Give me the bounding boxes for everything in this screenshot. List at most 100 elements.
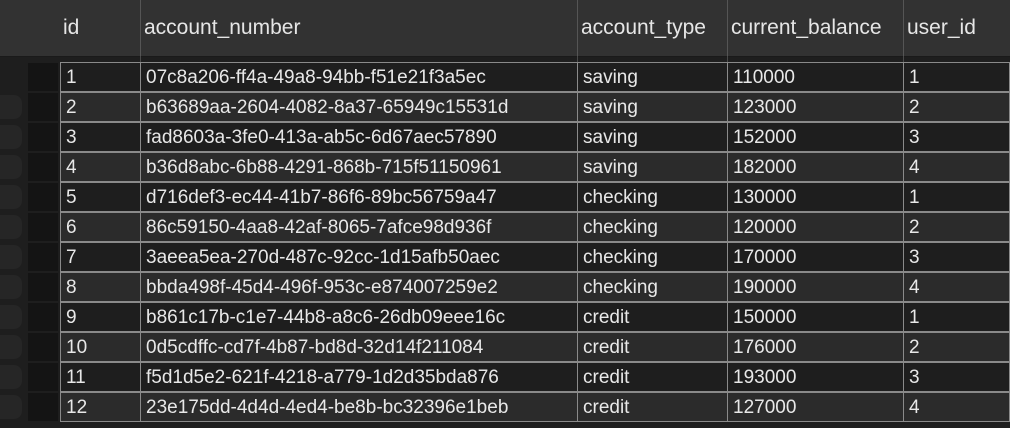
cell-id[interactable]: 6 (60, 212, 140, 242)
cell-user-id[interactable]: 1 (903, 302, 1010, 332)
cell-account-number[interactable]: 3aeea5ea-270d-487c-92cc-1d15afb50aec (140, 242, 577, 272)
cell-user-id[interactable]: 2 (903, 332, 1010, 362)
row-selector[interactable] (28, 123, 58, 151)
row-selector[interactable] (28, 183, 58, 211)
table-row[interactable]: 3 fad8603a-3fe0-413a-ab5c-6d67aec57890 sav… (60, 122, 1010, 152)
cell-account-type[interactable]: credit (577, 362, 727, 392)
cell-id[interactable]: 9 (60, 302, 140, 332)
gutter-handle (0, 155, 22, 179)
cell-account-number[interactable]: b861c17b-c1e7-44b8-a8c6-26db09eee16c (140, 302, 577, 332)
cell-current-balance[interactable]: 110000 (727, 62, 903, 92)
column-header-row: id account_number account_type current_b… (0, 0, 1010, 57)
cell-user-id[interactable]: 1 (903, 182, 1010, 212)
row-selector[interactable] (28, 93, 58, 121)
gutter-handle (0, 95, 22, 119)
cell-current-balance[interactable]: 127000 (727, 392, 903, 422)
cell-current-balance[interactable]: 150000 (727, 302, 903, 332)
table-row[interactable]: 11 f5d1d5e2-621f-4218-a779-1d2d35bda876 cr… (60, 362, 1010, 392)
cell-id[interactable]: 11 (60, 362, 140, 392)
cell-account-number[interactable]: bbda498f-45d4-496f-953c-e874007259e2 (140, 272, 577, 302)
result-grid: id account_number account_type current_b… (0, 0, 1010, 428)
cell-account-type[interactable]: checking (577, 182, 727, 212)
cell-id[interactable]: 4 (60, 152, 140, 182)
cell-account-number[interactable]: 07c8a206-ff4a-49a8-94bb-f51e21f3a5ec (140, 62, 577, 92)
cell-user-id[interactable]: 2 (903, 212, 1010, 242)
cell-account-number[interactable]: 23e175dd-4d4d-4ed4-be8b-bc32396e1beb (140, 392, 577, 422)
column-header-account-type[interactable]: account_type (577, 0, 727, 56)
cell-account-type[interactable]: credit (577, 302, 727, 332)
cell-account-type[interactable]: saving (577, 122, 727, 152)
cell-account-type[interactable]: credit (577, 332, 727, 362)
cell-user-id[interactable]: 4 (903, 272, 1010, 302)
row-selector[interactable] (28, 303, 58, 331)
cell-current-balance[interactable]: 120000 (727, 212, 903, 242)
gutter-handle (0, 125, 22, 149)
table-row[interactable]: 1 07c8a206-ff4a-49a8-94bb-f51e21f3a5ec sav… (60, 62, 1010, 92)
cell-account-number[interactable]: f5d1d5e2-621f-4218-a779-1d2d35bda876 (140, 362, 577, 392)
row-selector[interactable] (28, 333, 58, 361)
table-row[interactable]: 7 3aeea5ea-270d-487c-92cc-1d15afb50aec che… (60, 242, 1010, 272)
cell-account-type[interactable]: checking (577, 242, 727, 272)
cell-user-id[interactable]: 3 (903, 122, 1010, 152)
cell-account-type[interactable]: checking (577, 272, 727, 302)
cell-account-type[interactable]: saving (577, 92, 727, 122)
cell-user-id[interactable]: 3 (903, 362, 1010, 392)
row-selector[interactable] (28, 243, 58, 271)
table-body: 1 07c8a206-ff4a-49a8-94bb-f51e21f3a5ec sav… (60, 62, 1010, 422)
row-gutter (0, 57, 60, 428)
row-selector[interactable] (28, 213, 58, 241)
cell-id[interactable]: 1 (60, 62, 140, 92)
cell-current-balance[interactable]: 170000 (727, 242, 903, 272)
cell-current-balance[interactable]: 193000 (727, 362, 903, 392)
gutter-handle (0, 275, 22, 299)
cell-account-number[interactable]: 86c59150-4aa8-42af-8065-7afce98d936f (140, 212, 577, 242)
cell-account-type[interactable]: saving (577, 152, 727, 182)
column-header-id[interactable]: id (60, 0, 140, 56)
cell-id[interactable]: 8 (60, 272, 140, 302)
cell-account-type[interactable]: saving (577, 62, 727, 92)
cell-account-number[interactable]: fad8603a-3fe0-413a-ab5c-6d67aec57890 (140, 122, 577, 152)
cell-id[interactable]: 3 (60, 122, 140, 152)
table-row[interactable]: 9 b861c17b-c1e7-44b8-a8c6-26db09eee16c cre… (60, 302, 1010, 332)
row-selector[interactable] (28, 393, 58, 421)
gutter-handle (0, 335, 22, 359)
cell-id[interactable]: 2 (60, 92, 140, 122)
table-row[interactable]: 4 b36d8abc-6b88-4291-868b-715f51150961 sav… (60, 152, 1010, 182)
row-selector[interactable] (28, 363, 58, 391)
cell-current-balance[interactable]: 152000 (727, 122, 903, 152)
column-header-account-number[interactable]: account_number (140, 0, 577, 56)
column-header-current-balance[interactable]: current_balance (727, 0, 903, 56)
cell-id[interactable]: 10 (60, 332, 140, 362)
table-row[interactable]: 12 23e175dd-4d4d-4ed4-be8b-bc32396e1beb cr… (60, 392, 1010, 422)
cell-id[interactable]: 5 (60, 182, 140, 212)
cell-current-balance[interactable]: 190000 (727, 272, 903, 302)
cell-user-id[interactable]: 2 (903, 92, 1010, 122)
cell-account-number[interactable]: 0d5cdffc-cd7f-4b87-bd8d-32d14f211084 (140, 332, 577, 362)
cell-user-id[interactable]: 1 (903, 62, 1010, 92)
cell-current-balance[interactable]: 182000 (727, 152, 903, 182)
cell-id[interactable]: 12 (60, 392, 140, 422)
row-selector[interactable] (28, 63, 58, 91)
table-row[interactable]: 8 bbda498f-45d4-496f-953c-e874007259e2 che… (60, 272, 1010, 302)
cell-account-number[interactable]: b36d8abc-6b88-4291-868b-715f51150961 (140, 152, 577, 182)
column-header-user-id[interactable]: user_id (903, 0, 1010, 56)
row-selector[interactable] (28, 153, 58, 181)
cell-id[interactable]: 7 (60, 242, 140, 272)
row-selector[interactable] (28, 273, 58, 301)
cell-account-type[interactable]: credit (577, 392, 727, 422)
gutter-handle (0, 185, 22, 209)
gutter-handle (0, 245, 22, 269)
table-row[interactable]: 10 0d5cdffc-cd7f-4b87-bd8d-32d14f211084 cr… (60, 332, 1010, 362)
cell-current-balance[interactable]: 176000 (727, 332, 903, 362)
cell-current-balance[interactable]: 123000 (727, 92, 903, 122)
cell-current-balance[interactable]: 130000 (727, 182, 903, 212)
table-row[interactable]: 5 d716def3-ec44-41b7-86f6-89bc56759a47 che… (60, 182, 1010, 212)
table-row[interactable]: 6 86c59150-4aa8-42af-8065-7afce98d936f che… (60, 212, 1010, 242)
cell-account-number[interactable]: d716def3-ec44-41b7-86f6-89bc56759a47 (140, 182, 577, 212)
cell-user-id[interactable]: 4 (903, 152, 1010, 182)
table-row[interactable]: 2 b63689aa-2604-4082-8a37-65949c15531d sav… (60, 92, 1010, 122)
cell-account-number[interactable]: b63689aa-2604-4082-8a37-65949c15531d (140, 92, 577, 122)
cell-account-type[interactable]: checking (577, 212, 727, 242)
cell-user-id[interactable]: 3 (903, 242, 1010, 272)
cell-user-id[interactable]: 4 (903, 392, 1010, 422)
